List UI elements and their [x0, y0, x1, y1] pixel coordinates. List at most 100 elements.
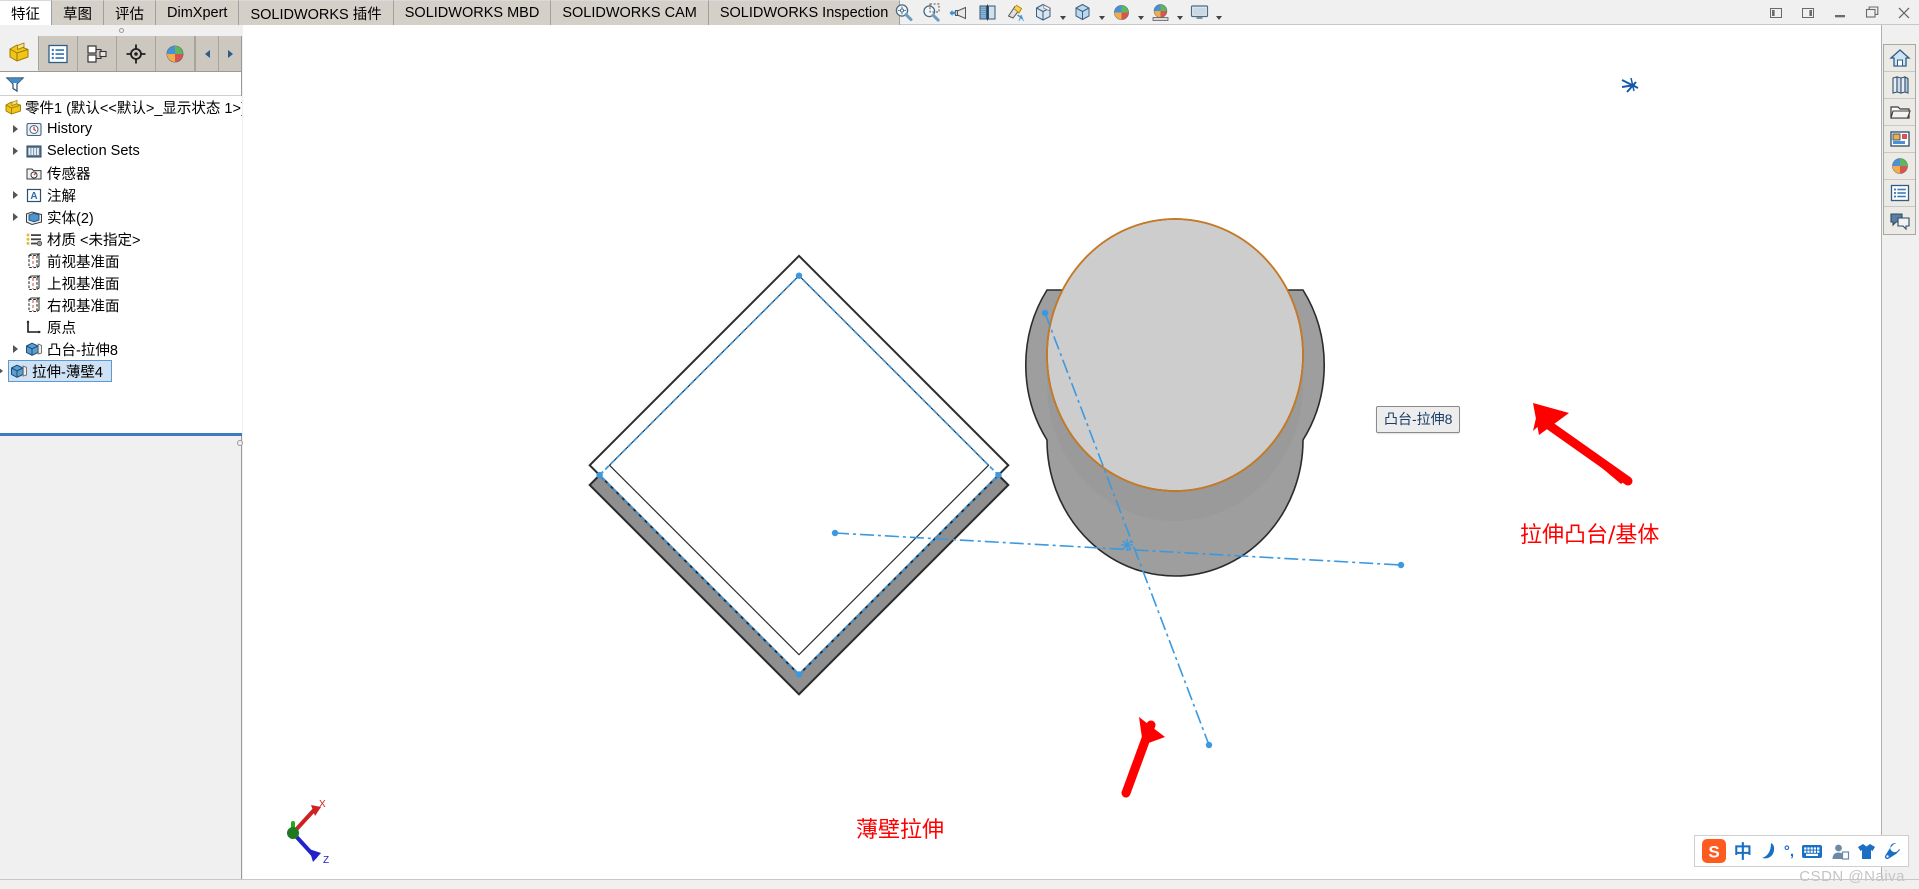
feature-tree-items: History Selection Sets 传感器 A 注解实体(2) 材质 <未指定>…: [0, 118, 242, 382]
dimxpert-manager-tab[interactable]: [117, 36, 157, 71]
feature-manager-panel: 零件1 (默认<<默认>_显示状态 1>) History Selection S…: [0, 25, 243, 889]
tree-filter-bar[interactable]: [0, 72, 241, 96]
filter-icon: [5, 76, 25, 92]
tree-item[interactable]: 右视基准面: [0, 294, 242, 316]
ribbon-tab-4[interactable]: SOLIDWORKS 插件: [239, 0, 394, 25]
ribbon-tab-2[interactable]: 评估: [104, 0, 156, 25]
feature-manager-tree-tab[interactable]: [0, 36, 40, 71]
selection-sets-icon: [26, 145, 42, 157]
sogou-ime-logo-icon[interactable]: S: [1701, 838, 1727, 864]
custom-properties-button[interactable]: [1884, 180, 1915, 207]
display-manager-tab[interactable]: [156, 36, 196, 71]
origin-icon: [26, 319, 41, 333]
feature-callout[interactable]: 凸台-拉伸8: [1376, 406, 1461, 433]
tree-expand-chevron-right-icon[interactable]: [0, 367, 8, 375]
boss-extrude-arrow: [1533, 403, 1633, 486]
tree-root-item[interactable]: 零件1 (默认<<默认>_显示状态 1>): [0, 96, 242, 118]
ribbon-tab-7[interactable]: SOLIDWORKS Inspection: [708, 0, 901, 25]
hide-show-items-chevron-down-icon[interactable]: [1097, 1, 1106, 25]
display-style-icon[interactable]: [1030, 1, 1056, 25]
solidworks-window: 特征 草图 评估 DimXpert SOLIDWORKS 插件 SOLIDWORKS MB…: [0, 0, 1919, 889]
file-explorer-button[interactable]: [1884, 99, 1915, 126]
tree-expand-chevron-right-icon[interactable]: [8, 191, 23, 199]
display-style-chevron-down-icon[interactable]: [1058, 1, 1067, 25]
apply-scene-icon[interactable]: [1147, 1, 1173, 25]
solid-bodies-icon: [23, 209, 45, 226]
zoom-to-fit-icon[interactable]: [890, 1, 916, 25]
view-palette-button[interactable]: [1884, 126, 1915, 153]
tree-item[interactable]: 拉伸-薄壁4: [0, 360, 112, 382]
tree-item-label: 实体(2): [47, 210, 94, 227]
configuration-manager-tab[interactable]: [78, 36, 118, 71]
view-settings-icon[interactable]: [1186, 1, 1212, 25]
tab-scroll-left-icon[interactable]: [195, 36, 219, 71]
tree-item[interactable]: 传感器: [0, 162, 242, 184]
ime-soft-keyboard-icon[interactable]: [1801, 843, 1823, 860]
ime-moon-icon[interactable]: [1759, 841, 1777, 861]
apply-scene-chevron-down-icon[interactable]: [1175, 1, 1184, 25]
ime-user-icon[interactable]: [1830, 842, 1850, 861]
feature-tree: 零件1 (默认<<默认>_显示状态 1>) History Selection S…: [0, 96, 242, 436]
design-library-button[interactable]: [1884, 72, 1915, 99]
tree-item-label: 注解: [47, 188, 76, 205]
zoom-to-area-icon[interactable]: [918, 1, 944, 25]
thin-wall-arrow: [1121, 717, 1165, 798]
tree-item-label: 材质 <未指定>: [47, 232, 141, 249]
status-bar: [0, 879, 1919, 889]
tree-expand-chevron-right-icon[interactable]: [8, 147, 23, 155]
ribbon-tab-1[interactable]: 草图: [52, 0, 104, 25]
tree-expand-chevron-right-icon[interactable]: [8, 125, 23, 133]
section-view-icon[interactable]: [974, 1, 1000, 25]
part-icon: [9, 42, 29, 62]
ime-tools-icon[interactable]: [1883, 842, 1902, 861]
tree-item[interactable]: History: [0, 118, 242, 140]
tree-expand-chevron-right-icon[interactable]: [8, 213, 23, 221]
boss-extrude-annotation: 拉伸凸台/基体: [1520, 523, 1660, 548]
tree-item[interactable]: Selection Sets: [0, 140, 242, 162]
solidworks-resources-button[interactable]: [1884, 45, 1915, 72]
tree-item[interactable]: 实体(2): [0, 206, 242, 228]
ribbon-tab-3[interactable]: DimXpert: [156, 0, 240, 25]
tree-item[interactable]: 前视基准面: [0, 250, 242, 272]
tree-item[interactable]: 原点: [0, 316, 242, 338]
feature-manager-tab-strip: [0, 36, 241, 72]
edit-appearance-icon[interactable]: [1108, 1, 1134, 25]
view-orientation-icon[interactable]: A: [1002, 1, 1028, 25]
tree-expand-chevron-right-icon[interactable]: [8, 345, 23, 353]
graphics-area[interactable]: X Z 凸台-拉伸8 拉伸凸台/基体 薄壁拉伸: [243, 25, 1881, 879]
plane-icon: [28, 252, 41, 268]
ime-toolbar: S 中 °,: [1693, 835, 1909, 867]
ime-chinese-mode-icon[interactable]: 中: [1734, 838, 1752, 864]
display-sphere-icon: [166, 45, 184, 62]
ime-skin-icon[interactable]: [1857, 842, 1876, 861]
ribbon-tab-0[interactable]: 特征: [0, 0, 52, 25]
edit-appearance-chevron-down-icon[interactable]: [1136, 1, 1145, 25]
panel-pin-grip[interactable]: [0, 25, 242, 36]
ime-punctuation-icon[interactable]: °,: [1784, 843, 1794, 860]
property-manager-tab[interactable]: [39, 36, 79, 71]
maximize-icon[interactable]: [1861, 2, 1883, 24]
appearances-scenes-button[interactable]: [1884, 153, 1915, 180]
tree-item[interactable]: A 注解: [0, 184, 242, 206]
annotations-icon: A: [26, 188, 42, 202]
tree-item[interactable]: 凸台-拉伸8: [0, 338, 242, 360]
restore-document-right-icon[interactable]: [1797, 2, 1819, 24]
tab-scroll-right-icon[interactable]: [218, 36, 241, 71]
ribbon-tab-6[interactable]: SOLIDWORKS CAM: [551, 0, 709, 25]
solidworks-forum-button[interactable]: [1884, 207, 1915, 234]
view-settings-chevron-down-icon[interactable]: [1214, 1, 1223, 25]
tree-root-label: 零件1 (默认<<默认>_显示状态 1>): [25, 100, 242, 117]
previous-view-icon[interactable]: [946, 1, 972, 25]
cylinder-body: [1025, 218, 1325, 577]
tree-item[interactable]: 材质 <未指定>: [0, 228, 242, 250]
minimize-icon[interactable]: [1829, 2, 1851, 24]
appearance-sphere-icon: [1891, 158, 1908, 174]
hide-show-items-icon[interactable]: [1069, 1, 1095, 25]
forum-bubble-icon: [1889, 212, 1910, 230]
restore-document-left-icon[interactable]: [1765, 2, 1787, 24]
ribbon-tab-5[interactable]: SOLIDWORKS MBD: [393, 0, 552, 25]
tree-item[interactable]: 上视基准面: [0, 272, 242, 294]
tree-rollback-bar[interactable]: [0, 433, 242, 436]
close-icon[interactable]: [1893, 2, 1915, 24]
tree-item-label: 拉伸-薄壁4: [32, 364, 103, 381]
